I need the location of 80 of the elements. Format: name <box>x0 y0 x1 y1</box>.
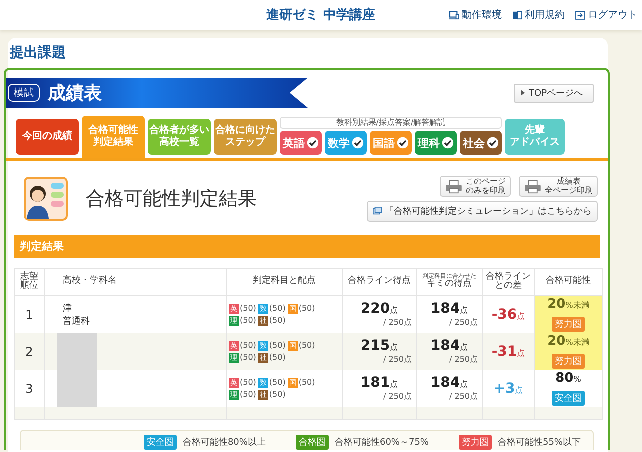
max-score: / 250点 <box>448 391 479 402</box>
points-text: (50) <box>240 378 256 387</box>
subject-group-caption: 教科別結果/採点答案/解答解説 <box>280 117 502 129</box>
section-title: 合格可能性判定結果 <box>86 187 258 212</box>
points-text: (50) <box>240 304 256 313</box>
print-button[interactable]: 成績表 全ページ印刷 <box>519 176 598 198</box>
zone-badge: 合格圏 <box>296 435 329 450</box>
score-difference: +3点 <box>492 380 524 396</box>
banner-title: 成績表 <box>48 82 102 105</box>
top-page-button[interactable]: TOPページへ <box>514 84 594 102</box>
pass-line-score: 181点 <box>360 375 400 391</box>
logout-icon <box>575 10 586 20</box>
rank-cell: 2 <box>14 333 44 370</box>
max-score: / 250点 <box>382 391 413 402</box>
nav-tab[interactable]: 合格者が多い 高校一覧 <box>148 119 211 155</box>
student-avatar-icon <box>24 177 68 221</box>
printer-icon <box>445 180 463 194</box>
header-link[interactable]: ログアウト <box>575 8 638 22</box>
max-score: / 250点 <box>448 354 479 365</box>
header-link[interactable]: 利用規約 <box>512 8 565 22</box>
pass-line-score: 215点 <box>360 338 400 354</box>
subject-tab[interactable]: 数学 <box>325 131 367 155</box>
site-title: 進研ゼミ 中学講座 <box>266 6 376 24</box>
print-button[interactable]: このページ のみを印刷 <box>440 176 511 198</box>
course-name: 普通科 <box>63 315 91 328</box>
header-link[interactable]: 動作環境 <box>449 8 502 22</box>
score-difference: -36点 <box>490 306 526 322</box>
points-text: (50) <box>298 304 316 313</box>
points-text: (50) <box>240 353 256 362</box>
legend-text: 合格可能性55%以下 <box>498 436 581 449</box>
points-text: (50) <box>298 341 316 350</box>
points-text: (50) <box>269 353 286 362</box>
column-header: 合格ライン との差 <box>482 268 534 296</box>
column-header: 判定科目と配点 <box>226 268 342 296</box>
subject-tab[interactable]: 社会 <box>460 131 502 155</box>
book-icon <box>512 10 523 20</box>
pass-chance: 20%未満 <box>546 297 590 312</box>
printer-icon <box>524 180 542 194</box>
points-text: (50) <box>240 316 256 325</box>
simulation-link-button[interactable]: 「合格可能性判定シミュレーション」はこちらから <box>367 201 598 222</box>
points-text: (50) <box>269 316 286 325</box>
zone-badge: 安全圏 <box>552 391 585 406</box>
window-icon <box>373 207 382 216</box>
points-text: (50) <box>269 304 286 313</box>
monitor-icon <box>449 10 460 20</box>
nav-tab[interactable]: 合格に向けた ステップ <box>214 119 277 155</box>
subject-tab[interactable]: 国語 <box>370 131 412 155</box>
section-bar-title: 判定結果 <box>20 240 64 253</box>
points-text: (50) <box>240 390 256 399</box>
max-score: / 250点 <box>448 317 479 328</box>
page-title: 提出課題 <box>8 44 67 63</box>
points-text: (50) <box>269 378 286 387</box>
score-difference: -31点 <box>490 344 526 360</box>
caret-icon <box>520 90 525 96</box>
points-text: (50) <box>240 341 256 350</box>
points-text: (50) <box>269 390 286 399</box>
zone-badge: 努力圏 <box>552 317 585 332</box>
column-header: 志望 順位 <box>14 268 44 296</box>
column-header: 高校・学科名 <box>44 268 226 296</box>
zone-badge: 努力圏 <box>458 435 492 450</box>
your-score: 184点 <box>430 375 469 391</box>
points-text: (50) <box>298 378 316 387</box>
school-name: 津 <box>63 302 73 314</box>
your-score: 184点 <box>430 338 469 354</box>
column-header: 合格ライン得点 <box>342 268 416 296</box>
legend-text: 合格可能性60%～75% <box>334 436 429 449</box>
pass-line-score: 220点 <box>360 301 400 317</box>
zone-badge: 努力圏 <box>552 354 585 369</box>
max-score: / 250点 <box>382 317 413 328</box>
zone-badge: 安全圏 <box>144 435 177 450</box>
nav-tab[interactable]: 今回の成績 <box>16 119 79 155</box>
subject-tab[interactable]: 英語 <box>280 131 322 155</box>
exam-badge: 模試 <box>8 84 40 102</box>
subject-tab[interactable]: 理科 <box>415 131 457 155</box>
pass-chance: 80% <box>554 371 582 386</box>
max-score: / 250点 <box>382 354 413 365</box>
pass-chance: 20%未満 <box>546 334 590 349</box>
your-score: 184点 <box>430 301 469 317</box>
points-text: (50) <box>269 341 286 350</box>
legend-text: 合格可能性80%以上 <box>182 436 266 449</box>
